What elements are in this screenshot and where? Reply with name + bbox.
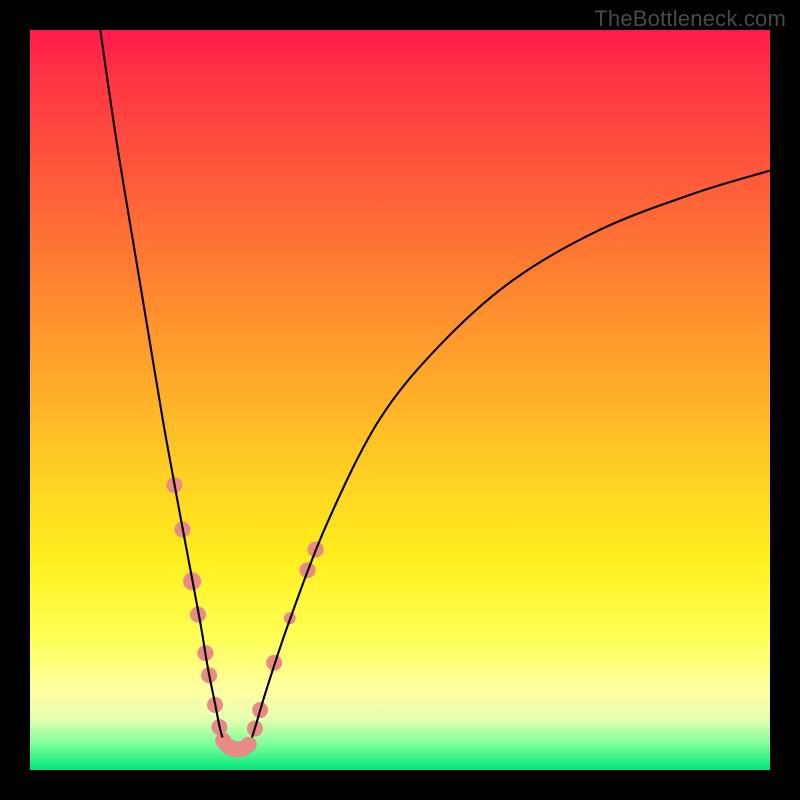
- watermark-text: TheBottleneck.com: [594, 6, 786, 32]
- curve-right: [250, 171, 770, 745]
- chart-frame: TheBottleneck.com: [0, 0, 800, 800]
- marker-dots-group: [166, 477, 323, 757]
- plot-svg: [30, 30, 770, 770]
- curve-floor: [225, 744, 250, 750]
- curve-left: [100, 30, 224, 744]
- plot-area: [30, 30, 770, 770]
